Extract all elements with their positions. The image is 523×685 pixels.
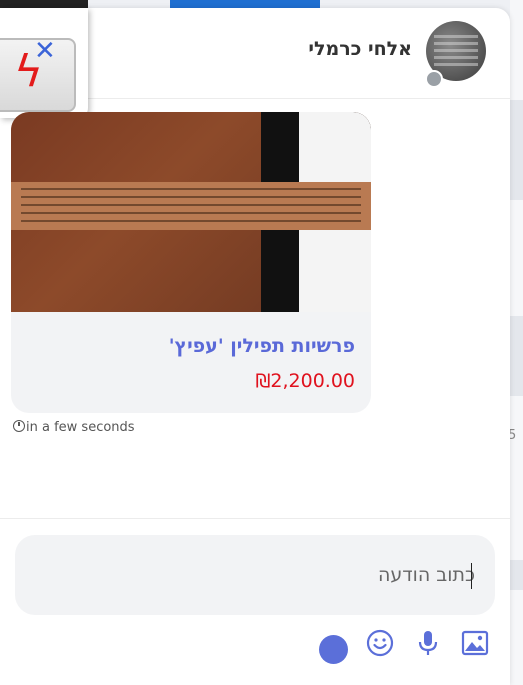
chat-panel: אלחי כרמלי ϟ ✕ פרשיות תפילין 'עפיץ' ₪2,2… [0, 8, 510, 685]
background-page [510, 0, 523, 685]
send-icon[interactable] [319, 635, 348, 664]
emoji-icon[interactable] [365, 628, 395, 658]
microphone-icon[interactable] [413, 628, 443, 658]
compose-divider [0, 518, 510, 519]
product-message-card[interactable]: פרשיות תפילין 'עפיץ' ₪2,200.00 [11, 112, 371, 413]
product-price: ₪2,200.00 [255, 370, 355, 392]
contact-name[interactable]: אלחי כרמלי [308, 38, 412, 60]
message-input[interactable] [15, 535, 495, 615]
status-indicator [425, 70, 443, 88]
message-timestamp: in a few seconds [13, 420, 135, 435]
product-title[interactable]: פרשיות תפילין 'עפיץ' [169, 335, 355, 357]
background-header-strip [170, 0, 320, 8]
image-icon[interactable] [460, 628, 490, 658]
clock-icon [13, 420, 25, 432]
text-cursor [471, 563, 472, 589]
product-image[interactable] [11, 112, 371, 312]
battery-overlay: ϟ ✕ [0, 8, 88, 118]
close-icon[interactable]: ✕ [34, 38, 56, 64]
timestamp-text: in a few seconds [26, 420, 135, 435]
